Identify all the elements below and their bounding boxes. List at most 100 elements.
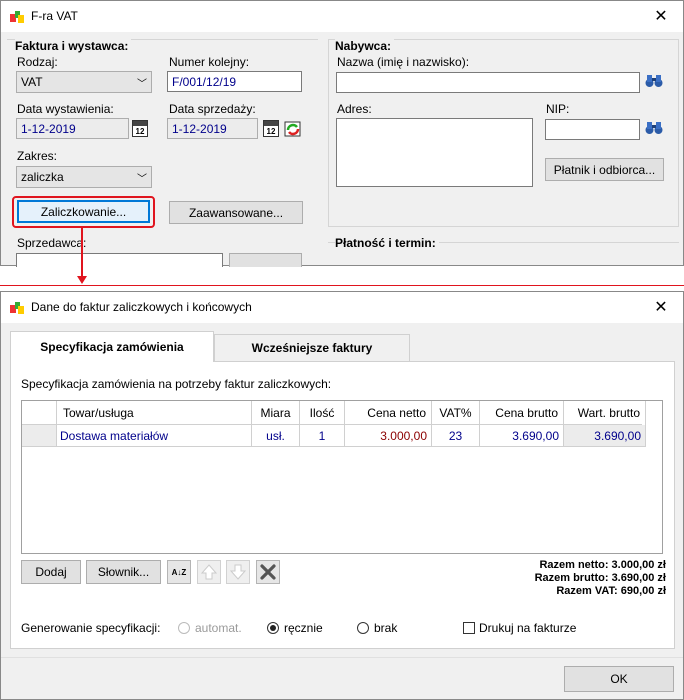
radio-automat-circle <box>178 622 190 634</box>
data-sprzedazy-label: Data sprzedaży: <box>169 102 256 116</box>
chevron-down-icon: ﹀ <box>137 78 147 90</box>
app-icon <box>10 11 24 23</box>
cell-cena-brutto[interactable]: 3.690,00 <box>480 425 564 447</box>
binoculars-icon[interactable] <box>645 74 663 88</box>
tab-panel: Specyfikacja zamówienia na potrzeby fakt… <box>10 361 675 649</box>
checkbox-drukuj-label: Drukuj na fakturze <box>479 621 577 635</box>
sprzedawca-label: Sprzedawca: <box>17 236 87 250</box>
dialog-title: Dane do faktur zaliczkowych i końcowych <box>31 300 252 314</box>
numer-value: F/001/12/19 <box>172 74 237 89</box>
zaliczkowanie-button[interactable]: Zaliczkowanie... <box>17 200 150 223</box>
checkbox-drukuj-box <box>463 622 475 634</box>
data-wystawienia-label: Data wystawienia: <box>17 102 114 116</box>
data-sprzedazy-input[interactable]: 1-12-2019 <box>167 118 258 139</box>
rodzaj-select[interactable]: VAT ﹀ <box>16 71 152 93</box>
tab-wczesniejsze-label: Wcześniejsze faktury <box>251 341 373 355</box>
binoculars-icon[interactable] <box>645 121 663 135</box>
refresh-date-icon[interactable] <box>284 119 302 137</box>
zakres-label: Zakres: <box>17 149 58 163</box>
zaawansowane-label: Zaawansowane... <box>188 205 284 220</box>
generowanie-label: Generowanie specyfikacji: <box>21 621 161 635</box>
cell-wart-brutto[interactable]: 3.690,00 <box>564 425 646 447</box>
sprzedawca-button[interactable] <box>229 253 302 267</box>
total-brutto: Razem brutto: 3.690,00 zł <box>534 572 666 584</box>
nip-input[interactable] <box>545 119 640 140</box>
sort-az-icon[interactable]: A↓Z <box>167 560 191 584</box>
nip-label: NIP: <box>546 102 570 116</box>
cell-miara[interactable]: usł. <box>252 425 300 447</box>
radio-brak-label: brak <box>374 621 398 635</box>
slownik-button[interactable]: Słownik... <box>86 560 161 584</box>
data-wystawienia-value: 1-12-2019 <box>21 121 76 136</box>
calendar-day: 12 <box>266 127 276 136</box>
header-ilosc[interactable]: Ilość <box>300 401 345 425</box>
calendar-day: 12 <box>135 127 145 136</box>
header-vat[interactable]: VAT% <box>432 401 480 425</box>
header-towar[interactable]: Towar/usługa <box>57 401 252 425</box>
zakres-select[interactable]: zaliczka ﹀ <box>16 166 152 188</box>
header-cena-netto[interactable]: Cena netto <box>345 401 432 425</box>
app-icon <box>10 302 24 314</box>
header-wart-brutto[interactable]: Wart. brutto <box>564 401 646 425</box>
nabywca-group-title: Nabywca: <box>335 39 395 53</box>
row-indicator-header <box>22 401 57 425</box>
data-wystawienia-input[interactable]: 1-12-2019 <box>16 118 129 139</box>
header-cena-brutto[interactable]: Cena brutto <box>480 401 564 425</box>
tab-specyfikacja-label: Specyfikacja zamówienia <box>40 340 184 354</box>
tab-specyfikacja[interactable]: Specyfikacja zamówienia <box>10 331 214 362</box>
data-sprzedazy-value: 1-12-2019 <box>172 121 227 136</box>
rodzaj-label: Rodzaj: <box>17 55 58 69</box>
adres-label: Adres: <box>337 102 372 116</box>
cell-vat[interactable]: 23 <box>432 425 480 447</box>
spec-table[interactable]: Towar/usługa Miara Ilość Cena netto VAT%… <box>21 400 663 554</box>
radio-automat-label: automat. <box>195 621 242 635</box>
move-down-icon[interactable] <box>226 560 250 584</box>
zakres-value: zaliczka <box>21 170 64 184</box>
faktura-group-title: Faktura i wystawca: <box>15 39 132 53</box>
cell-ilosc[interactable]: 1 <box>300 425 345 447</box>
numer-input[interactable]: F/001/12/19 <box>167 71 302 92</box>
zaawansowane-button[interactable]: Zaawansowane... <box>169 201 303 224</box>
cell-towar[interactable]: Dostawa materiałów <box>57 425 252 447</box>
checkbox-drukuj[interactable]: Drukuj na fakturze <box>463 621 576 635</box>
platnik-button[interactable]: Płatnik i odbiorca... <box>545 158 664 181</box>
dialog-title-bar: Dane do faktur zaliczkowych i końcowych … <box>1 292 683 323</box>
platnik-label: Płatnik i odbiorca... <box>553 162 656 177</box>
dialog-footer-divider <box>1 657 683 658</box>
zaliczki-dialog: Dane do faktur zaliczkowych i końcowych … <box>0 291 684 700</box>
arrow-down-icon <box>77 276 87 284</box>
radio-automat[interactable]: automat. <box>178 621 242 635</box>
radio-brak[interactable]: brak <box>357 621 397 635</box>
row-indicator <box>22 425 57 447</box>
radio-recznie[interactable]: ręcznie <box>267 621 323 635</box>
delete-icon[interactable] <box>256 560 280 584</box>
move-up-icon[interactable] <box>197 560 221 584</box>
close-icon[interactable]: ✕ <box>652 6 670 26</box>
zaliczkowanie-label: Zaliczkowanie... <box>40 204 127 219</box>
close-icon[interactable]: ✕ <box>652 297 670 317</box>
cell-cena-netto[interactable]: 3.000,00 <box>345 425 432 447</box>
totals: Razem netto: 3.000,00 zł Razem brutto: 3… <box>535 559 666 598</box>
rodzaj-value: VAT <box>21 75 43 89</box>
numer-label: Numer kolejny: <box>169 55 250 69</box>
radio-recznie-circle <box>267 622 279 634</box>
sprzedawca-select[interactable] <box>16 253 223 267</box>
red-connector-line <box>81 226 83 278</box>
sort-az-text: A↓Z <box>171 567 187 577</box>
window-title: F-ra VAT <box>31 9 78 23</box>
calendar-icon[interactable]: 12 <box>263 120 279 137</box>
ok-button[interactable]: OK <box>564 666 674 692</box>
dodaj-button[interactable]: Dodaj <box>21 560 81 584</box>
header-miara[interactable]: Miara <box>252 401 300 425</box>
adres-textarea[interactable] <box>336 118 533 187</box>
calendar-icon[interactable]: 12 <box>132 120 148 137</box>
platnosc-group-title: Płatność i termin: <box>335 236 439 250</box>
total-vat: Razem VAT: 690,00 zł <box>556 585 666 597</box>
spec-description: Specyfikacja zamówienia na potrzeby fakt… <box>21 377 332 391</box>
nazwa-input[interactable] <box>336 72 640 93</box>
tab-wczesniejsze[interactable]: Wcześniejsze faktury <box>214 334 410 361</box>
ok-label: OK <box>610 672 628 686</box>
chevron-down-icon: ﹀ <box>137 173 147 185</box>
red-separator-line <box>0 285 684 286</box>
title-bar: F-ra VAT ✕ <box>1 1 683 32</box>
